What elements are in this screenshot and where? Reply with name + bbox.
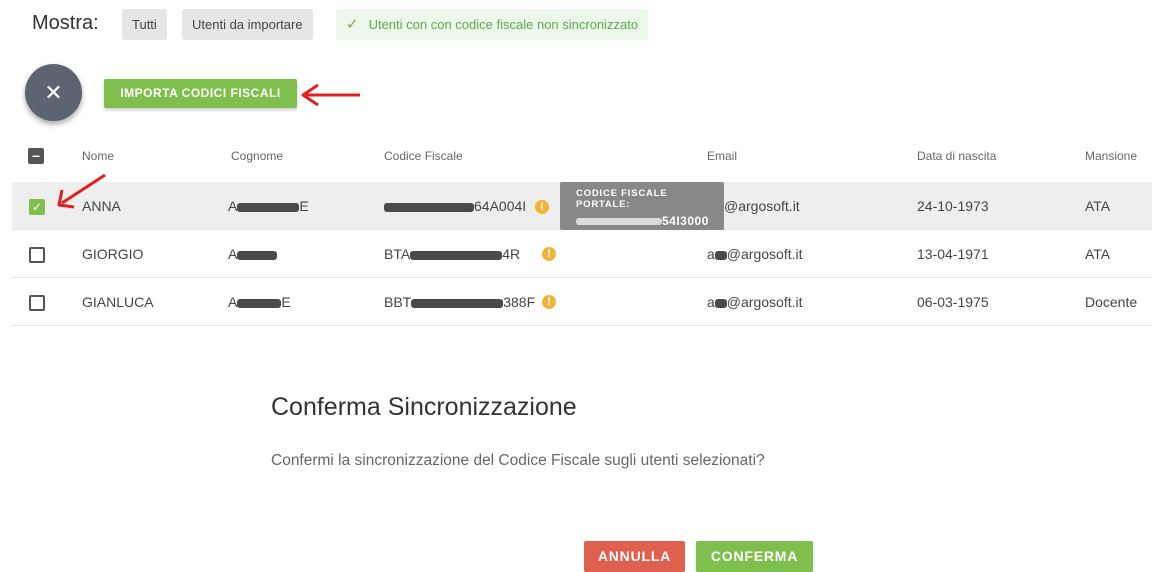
filter-chip-utenti-da-importare[interactable]: Utenti da importare bbox=[182, 9, 313, 40]
table-row[interactable]: GIANLUCA AE BBT 388F ! a @argosoft.it 06-0… bbox=[12, 278, 1152, 326]
cell-data-nascita: 24-10-1973 bbox=[917, 198, 989, 214]
cell-codice-fiscale: BBT 388F bbox=[384, 294, 536, 310]
cell-data-nascita: 06-03-1975 bbox=[917, 294, 989, 310]
cell-nome: ANNA bbox=[82, 198, 121, 214]
cell-nome: GIANLUCA bbox=[82, 294, 154, 310]
column-header-codice-fiscale: Codice Fiscale bbox=[384, 149, 463, 163]
tooltip-value: 54I3000 bbox=[576, 214, 724, 228]
dialog-message: Confermi la sincronizzazione del Codice … bbox=[271, 452, 765, 469]
column-header-nome: Nome bbox=[82, 149, 115, 163]
cell-mansione: ATA bbox=[1085, 246, 1111, 262]
import-codici-fiscali-button[interactable]: IMPORTA CODICI FISCALI bbox=[104, 79, 297, 108]
check-icon: ✓ bbox=[346, 16, 359, 33]
close-fab-button[interactable]: ✕ bbox=[25, 64, 82, 121]
codice-fiscale-tooltip: CODICE FISCALE PORTALE: 54I3000 bbox=[560, 182, 724, 230]
cell-data-nascita: 13-04-1971 bbox=[917, 246, 989, 262]
cell-email: @argosoft.it bbox=[712, 182, 800, 230]
table-row[interactable]: GIORGIO A BTA 4R ! a @argosoft.it 13-04-19… bbox=[12, 230, 1152, 278]
filter-chip-label: Utenti con con codice fiscale non sincro… bbox=[368, 17, 639, 32]
dialog-title: Conferma Sincronizzazione bbox=[271, 393, 577, 421]
cell-codice-fiscale: 64A004I bbox=[384, 182, 526, 230]
cell-cognome: A bbox=[228, 230, 278, 278]
warning-icon[interactable]: ! bbox=[542, 247, 556, 261]
close-icon: ✕ bbox=[44, 80, 63, 105]
select-all-checkbox[interactable]: – bbox=[28, 148, 44, 164]
column-header-email: Email bbox=[707, 149, 738, 163]
confirm-button[interactable]: CONFERMA bbox=[696, 541, 813, 572]
tooltip-title: CODICE FISCALE PORTALE: bbox=[576, 188, 668, 210]
cell-email: a @argosoft.it bbox=[707, 246, 803, 262]
cell-codice-fiscale: BTA 4R bbox=[384, 246, 521, 262]
column-header-data-di-nascita: Data di nascita bbox=[917, 149, 997, 163]
filter-label: Mostra: bbox=[32, 12, 99, 34]
row-checkbox[interactable]: ✓ bbox=[29, 199, 45, 215]
cancel-button[interactable]: ANNULLA bbox=[584, 541, 685, 572]
cell-email: a @argosoft.it bbox=[707, 294, 803, 310]
annotation-arrow-icon bbox=[301, 83, 360, 107]
cell-cognome: AE bbox=[228, 198, 309, 214]
row-checkbox[interactable] bbox=[29, 295, 45, 311]
filter-chip-non-sincronizzato[interactable]: ✓ Utenti con con codice fiscale non sincr… bbox=[336, 9, 649, 40]
cell-cognome: AE bbox=[228, 294, 291, 310]
cell-mansione: ATA bbox=[1085, 198, 1111, 214]
column-header-cognome: Cognome bbox=[231, 149, 284, 163]
warning-icon[interactable]: ! bbox=[535, 200, 549, 214]
cell-nome: GIORGIO bbox=[82, 246, 144, 262]
row-checkbox[interactable] bbox=[29, 247, 45, 263]
cell-mansione: Docente bbox=[1085, 294, 1138, 310]
warning-icon[interactable]: ! bbox=[542, 295, 556, 309]
filter-chip-tutti[interactable]: Tutti bbox=[122, 9, 167, 40]
column-header-mansione: Mansione bbox=[1085, 149, 1138, 163]
